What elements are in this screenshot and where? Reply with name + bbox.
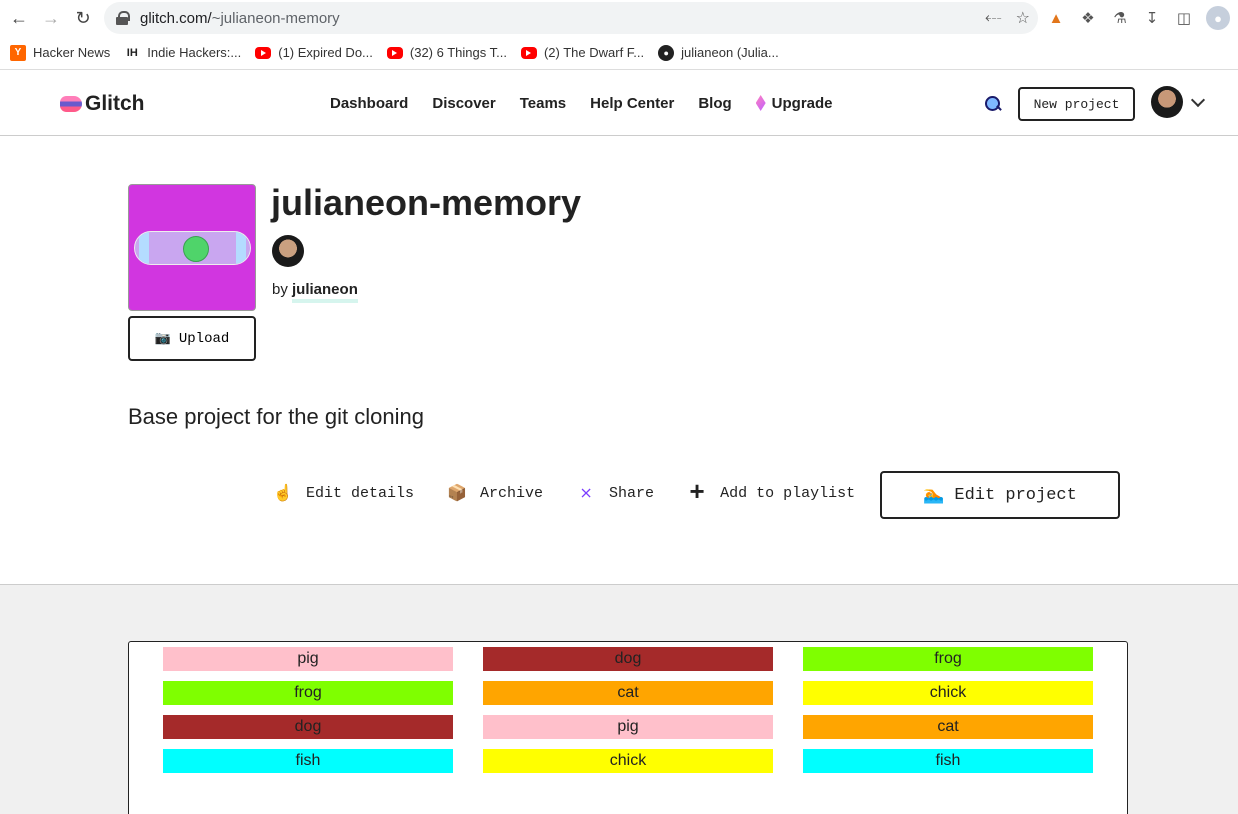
camera-icon: 📷	[154, 331, 171, 346]
chevron-down-icon[interactable]	[1190, 92, 1206, 108]
project-actions: ☝ Edit details 📦 Archive ⨯ Share + Add t…	[272, 480, 887, 506]
memory-card[interactable]: dog	[483, 647, 773, 671]
new-project-button[interactable]: New project	[1018, 87, 1135, 121]
edit-details-label: Edit details	[306, 484, 415, 502]
back-icon[interactable]: ←	[3, 2, 35, 34]
nav-teams[interactable]: Teams	[520, 95, 566, 112]
youtube-icon	[386, 46, 403, 59]
memory-card[interactable]: dog	[163, 715, 453, 739]
extensions-puzzle-icon[interactable]: ❖	[1078, 8, 1098, 28]
lock-icon[interactable]	[116, 11, 130, 25]
main-nav: Dashboard Discover Teams Help Center Blo…	[330, 95, 833, 112]
user-avatar[interactable]	[1151, 86, 1183, 118]
indie-hackers-icon: IH	[124, 44, 141, 61]
nav-upgrade[interactable]: Upgrade	[755, 95, 833, 112]
glitch-logo[interactable]: Glitch	[60, 92, 145, 116]
upload-label: Upload	[178, 330, 230, 347]
owner-avatar[interactable]	[272, 235, 304, 267]
bookmark-label: (32) 6 Things T...	[409, 45, 507, 60]
hacker-news-icon: Y	[10, 44, 26, 61]
metamask-fox-icon[interactable]: ▲	[1046, 8, 1066, 28]
nav-upgrade-label: Upgrade	[771, 95, 833, 112]
share-button[interactable]: ⨯ Share	[575, 483, 655, 504]
logo-text: Glitch	[85, 92, 145, 115]
package-icon: 📦	[447, 485, 467, 503]
upload-avatar-button[interactable]: 📷 Upload	[128, 316, 256, 361]
edit-project-label: Edit project	[954, 485, 1077, 505]
share-page-icon[interactable]: ⤎	[985, 9, 1002, 27]
project-avatar	[128, 184, 256, 311]
bookmark-label: julianeon (Julia...	[681, 45, 779, 60]
github-icon: ●	[658, 44, 675, 61]
side-panel-icon[interactable]: ◫	[1174, 8, 1194, 28]
memory-card[interactable]: fish	[163, 749, 453, 773]
reload-icon[interactable]: ↻	[67, 2, 99, 34]
bookmark-label: Hacker News	[33, 45, 111, 60]
bookmark-indie-hackers[interactable]: IH Indie Hackers:...	[124, 44, 242, 61]
bookmark-hacker-news[interactable]: Y Hacker News	[10, 44, 111, 61]
lab-flask-icon[interactable]: ⚗	[1110, 8, 1130, 28]
memory-card[interactable]: pig	[483, 715, 773, 739]
memory-card[interactable]: chick	[483, 749, 773, 773]
project-title: julianeon-memory	[271, 182, 582, 223]
address-bar[interactable]: glitch.com/~julianeon-memory ⤎ ☆	[104, 2, 1038, 34]
profile-icon[interactable]: ●	[1206, 6, 1230, 30]
nav-blog[interactable]: Blog	[698, 95, 731, 112]
bookmarks-bar: Y Hacker News IH Indie Hackers:... (1) Exp…	[0, 36, 1238, 70]
memory-card[interactable]: cat	[483, 681, 773, 705]
byline: by julianeon	[272, 281, 358, 303]
forward-icon[interactable]: →	[35, 2, 67, 34]
add-to-playlist-button[interactable]: + Add to playlist	[686, 480, 855, 506]
url-host: glitch.com/	[140, 9, 212, 27]
by-label: by	[272, 281, 288, 298]
memory-card[interactable]: frog	[803, 647, 1093, 671]
downloads-icon[interactable]: ↧	[1142, 8, 1162, 28]
pointing-hand-icon: ☝	[273, 485, 293, 503]
memory-card[interactable]: fish	[803, 749, 1093, 773]
avatar-dot	[183, 236, 209, 262]
owner-link[interactable]: julianeon	[292, 281, 358, 303]
avatar-pill-shape	[134, 231, 251, 265]
memory-card[interactable]: pig	[163, 647, 453, 671]
bookmark-youtube-2[interactable]: (32) 6 Things T...	[386, 45, 507, 60]
swimmer-icon: 🏊	[923, 486, 945, 506]
share-label: Share	[609, 484, 655, 502]
url-path: ~julianeon-memory	[211, 9, 340, 27]
bookmark-star-icon[interactable]: ☆	[1016, 8, 1030, 28]
nav-discover[interactable]: Discover	[432, 95, 495, 112]
edit-details-button[interactable]: ☝ Edit details	[272, 483, 415, 504]
memory-card[interactable]: chick	[803, 681, 1093, 705]
site-header: Glitch Dashboard Discover Teams Help Cen…	[0, 71, 1238, 136]
memory-card[interactable]: cat	[803, 715, 1093, 739]
share-icon: ⨯	[579, 485, 593, 503]
gem-icon	[755, 95, 766, 111]
add-to-playlist-label: Add to playlist	[720, 484, 856, 502]
app-preview-frame: pig dog frog frog cat chick dog pig cat fish chick…	[128, 641, 1128, 814]
plus-icon: +	[689, 478, 705, 508]
bookmark-github[interactable]: ● julianeon (Julia...	[658, 44, 779, 61]
memory-card[interactable]: frog	[163, 681, 453, 705]
browser-toolbar: ← → ↻ glitch.com/~julianeon-memory ⤎ ☆ ▲…	[0, 0, 1238, 36]
archive-button[interactable]: 📦 Archive	[446, 483, 544, 504]
archive-label: Archive	[480, 484, 544, 502]
url-text[interactable]: glitch.com/~julianeon-memory	[140, 10, 340, 27]
nav-help-center[interactable]: Help Center	[590, 95, 674, 112]
edit-project-button[interactable]: 🏊 Edit project	[880, 471, 1120, 519]
youtube-icon	[255, 46, 272, 59]
bookmark-label: Indie Hackers:...	[147, 45, 242, 60]
bookmark-youtube-1[interactable]: (1) Expired Do...	[255, 45, 373, 60]
bookmark-label: (2) The Dwarf F...	[543, 45, 645, 60]
youtube-icon	[520, 46, 537, 59]
bookmark-label: (1) Expired Do...	[278, 45, 373, 60]
search-icon[interactable]	[985, 96, 1001, 112]
nav-dashboard[interactable]: Dashboard	[330, 95, 408, 112]
project-description: Base project for the git cloning	[128, 404, 424, 429]
bookmark-youtube-3[interactable]: (2) The Dwarf F...	[520, 45, 645, 60]
glitch-fish-icon	[60, 96, 82, 112]
